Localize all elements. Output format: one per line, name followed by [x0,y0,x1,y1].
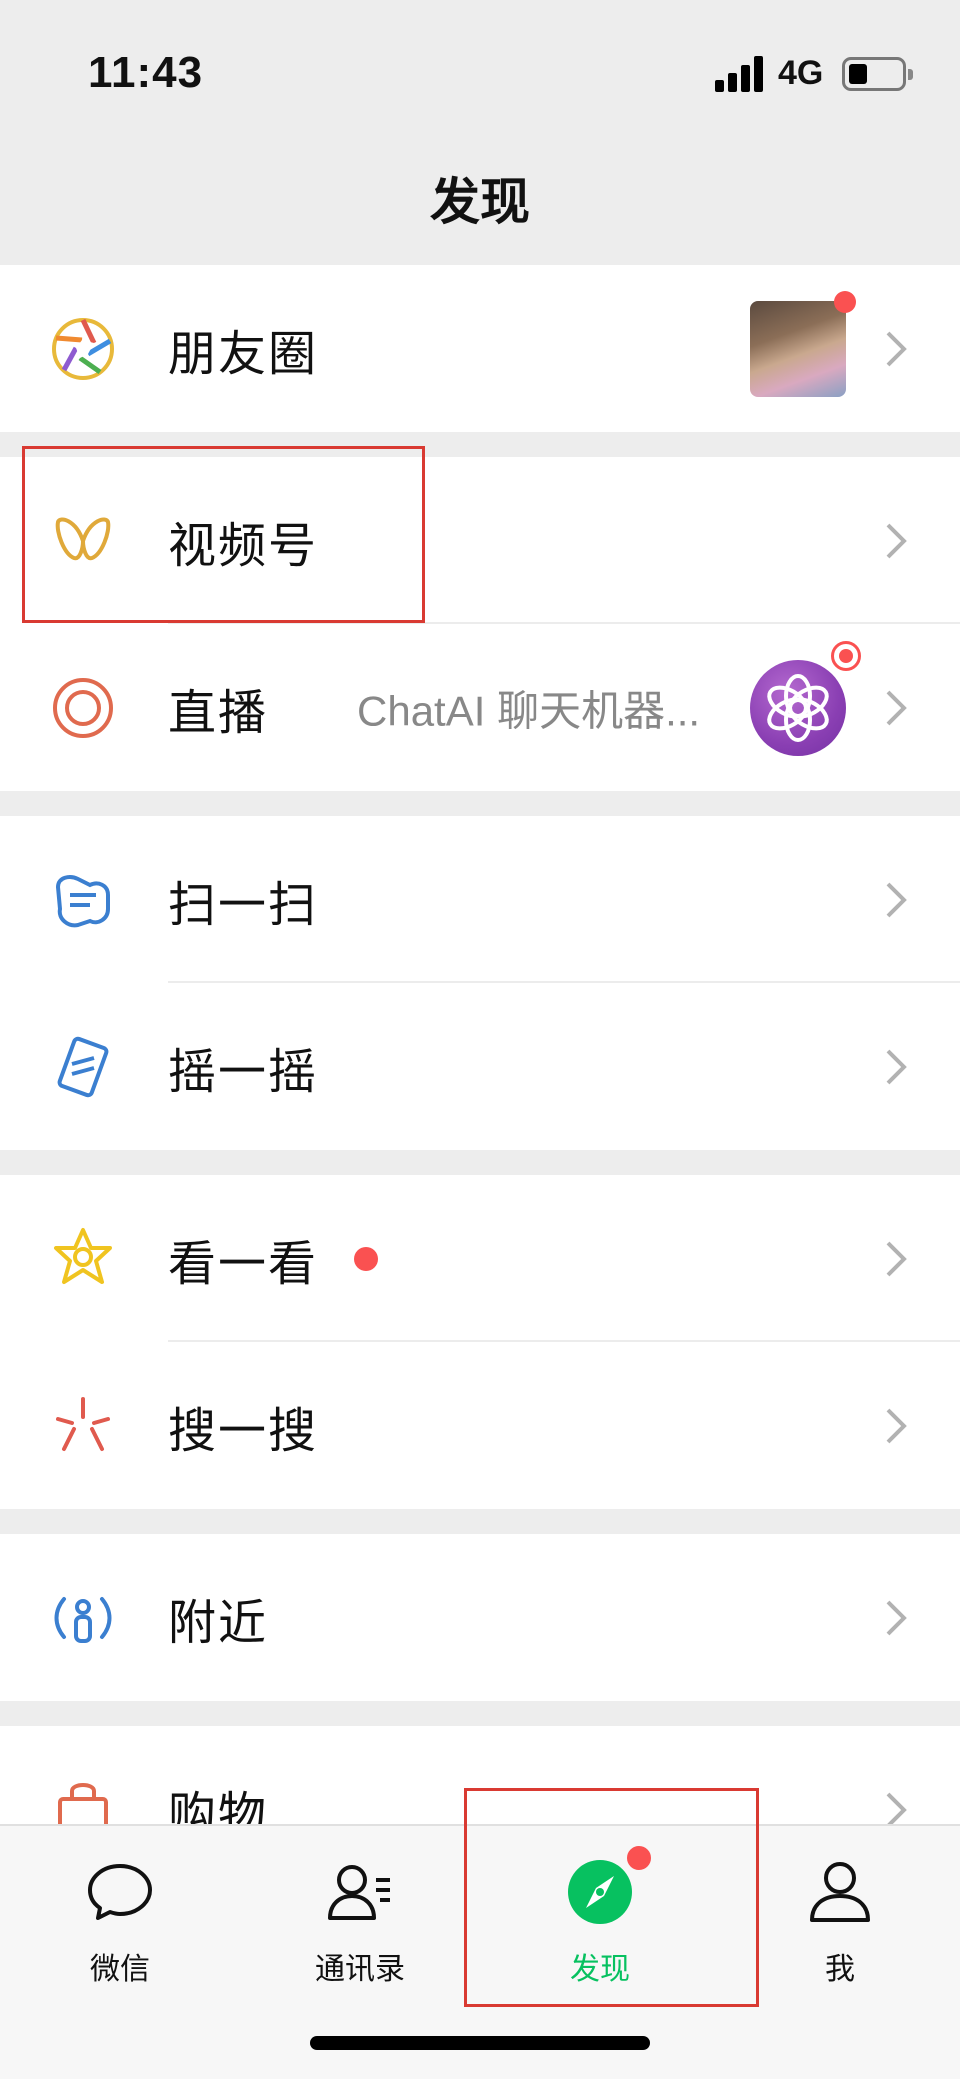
nearby-label: 附近 [168,1594,269,1651]
discover-tab-highlight-annotation [464,1788,759,2007]
openai-knot-icon [767,674,829,742]
page-title: 发现 [430,173,530,231]
chevron-right-icon [886,1241,907,1276]
chevron-right-icon [886,882,907,917]
live-ring-icon [50,675,116,741]
tab-chats[interactable]: 微信 [0,1826,240,2026]
topstories-search-group: 看一看 搜一搜 [0,1175,960,1509]
live-host-avatar [750,660,846,756]
home-indicator[interactable] [310,2036,650,2050]
moments-row[interactable]: 朋友圈 [0,265,960,432]
me-person-icon [810,1862,870,1922]
network-type: 4G [778,54,824,92]
moments-latest-thumbnail [750,301,846,397]
search-label: 搜一搜 [168,1402,319,1459]
top-stories-label: 看一看 [168,1235,319,1292]
chevron-right-icon [886,1408,907,1443]
moments-group: 朋友圈 [0,265,960,432]
live-subtitle: ChatAI 聊天机器... [357,687,701,734]
nearby-group: 附近 [0,1534,960,1701]
shake-icon [50,1034,116,1100]
moments-label: 朋友圈 [168,325,319,382]
chevron-right-icon [886,1049,907,1084]
top-stories-star-icon [50,1226,116,1292]
live-label: 直播 [168,684,269,741]
scan-shake-group: 扫一扫 摇一摇 [0,816,960,1150]
battery-icon [842,57,913,91]
chevron-right-icon [886,690,907,725]
nearby-person-icon [50,1585,116,1651]
scan-label: 扫一扫 [168,876,319,933]
shake-row[interactable]: 摇一摇 [0,983,960,1150]
status-time: 11:43 [88,48,204,97]
shake-label: 摇一摇 [168,1043,319,1100]
live-status-badge [831,641,861,671]
tab-chats-label: 微信 [90,1952,150,1987]
tab-contacts-label: 通讯录 [315,1952,405,1987]
search-sparkle-icon [50,1393,116,1459]
moments-new-badge [834,291,856,313]
chat-bubble-icon [88,1864,152,1920]
search-row[interactable]: 搜一搜 [0,1342,960,1509]
live-row[interactable]: 直播 ChatAI 聊天机器... [0,624,960,791]
scan-row[interactable]: 扫一扫 [0,816,960,983]
status-bar: 11:43 4G [0,0,960,150]
nearby-row[interactable]: 附近 [0,1534,960,1701]
top-stories-row[interactable]: 看一看 [0,1175,960,1342]
moments-aperture-icon [50,316,116,382]
signal-strength-icon [715,56,767,92]
chevron-right-icon [886,523,907,558]
channels-highlight-annotation [22,446,425,623]
tab-contacts[interactable]: 通讯录 [240,1826,480,2026]
contacts-icon [328,1865,390,1920]
scan-icon [50,867,116,933]
chevron-right-icon [886,331,907,366]
chevron-right-icon [886,1600,907,1635]
top-stories-new-badge [354,1247,378,1271]
